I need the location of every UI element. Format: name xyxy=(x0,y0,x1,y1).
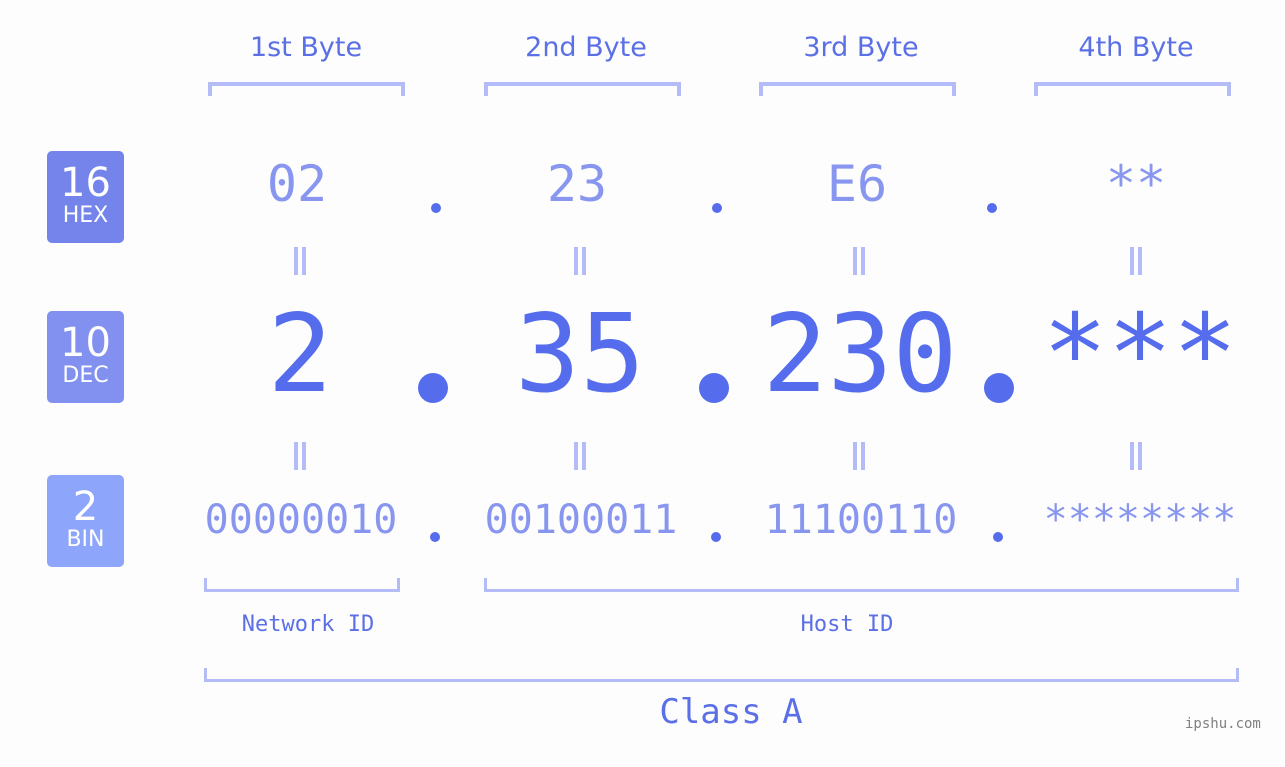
equals-icon xyxy=(574,247,586,275)
dec-label: DEC xyxy=(62,363,109,388)
class-bracket xyxy=(204,668,1239,682)
network-id-bracket xyxy=(204,578,400,592)
byte-title-4: 4th Byte xyxy=(1078,32,1194,63)
hex-value-4: ** xyxy=(1105,155,1167,213)
dec-value-1: 2 xyxy=(267,292,333,417)
bin-dot-1 xyxy=(430,532,440,542)
bin-value-1: 00000010 xyxy=(204,497,398,543)
hex-base: 16 xyxy=(60,160,111,206)
byte-title-3: 3rd Byte xyxy=(803,32,919,63)
equals-icon xyxy=(853,442,865,470)
dec-value-3: 230 xyxy=(762,292,958,417)
hex-value-3: E6 xyxy=(826,155,888,213)
bin-value-4: ******** xyxy=(1043,497,1237,543)
host-id-label: Host ID xyxy=(800,612,894,637)
hex-dot-2 xyxy=(712,203,722,213)
bin-value-2: 00100011 xyxy=(484,497,678,543)
bin-value-3: 11100110 xyxy=(764,497,958,543)
hex-value-2: 23 xyxy=(546,155,608,213)
equals-icon xyxy=(574,442,586,470)
network-id-label: Network ID xyxy=(241,612,375,637)
dec-dot-1 xyxy=(418,373,448,403)
watermark: ipshu.com xyxy=(1185,716,1261,732)
dec-base: 10 xyxy=(60,320,111,366)
equals-icon xyxy=(853,247,865,275)
dec-dot-2 xyxy=(699,373,729,403)
equals-icon xyxy=(1130,442,1142,470)
dec-value-4: *** xyxy=(1042,292,1238,417)
dec-dot-3 xyxy=(984,373,1014,403)
class-label: Class A xyxy=(659,692,803,732)
dec-value-2: 35 xyxy=(514,292,646,417)
bin-label: BIN xyxy=(66,527,105,552)
bin-dot-3 xyxy=(993,532,1003,542)
byte-title-2: 2nd Byte xyxy=(525,32,647,63)
bin-base: 2 xyxy=(72,484,99,530)
hex-dot-1 xyxy=(431,203,441,213)
byte-bracket-1 xyxy=(208,82,405,96)
bin-dot-2 xyxy=(711,532,721,542)
equals-icon xyxy=(294,442,306,470)
byte-bracket-3 xyxy=(759,82,956,96)
host-id-bracket xyxy=(484,578,1239,592)
equals-icon xyxy=(294,247,306,275)
hex-value-1: 02 xyxy=(266,155,328,213)
dec-badge: 10 DEC xyxy=(47,311,124,403)
hex-badge: 16 HEX xyxy=(47,151,124,243)
equals-icon xyxy=(1130,247,1142,275)
byte-bracket-2 xyxy=(484,82,681,96)
hex-label: HEX xyxy=(62,203,109,228)
byte-bracket-4 xyxy=(1034,82,1231,96)
byte-title-1: 1st Byte xyxy=(249,32,363,63)
hex-dot-3 xyxy=(987,203,997,213)
bin-badge: 2 BIN xyxy=(47,475,124,567)
